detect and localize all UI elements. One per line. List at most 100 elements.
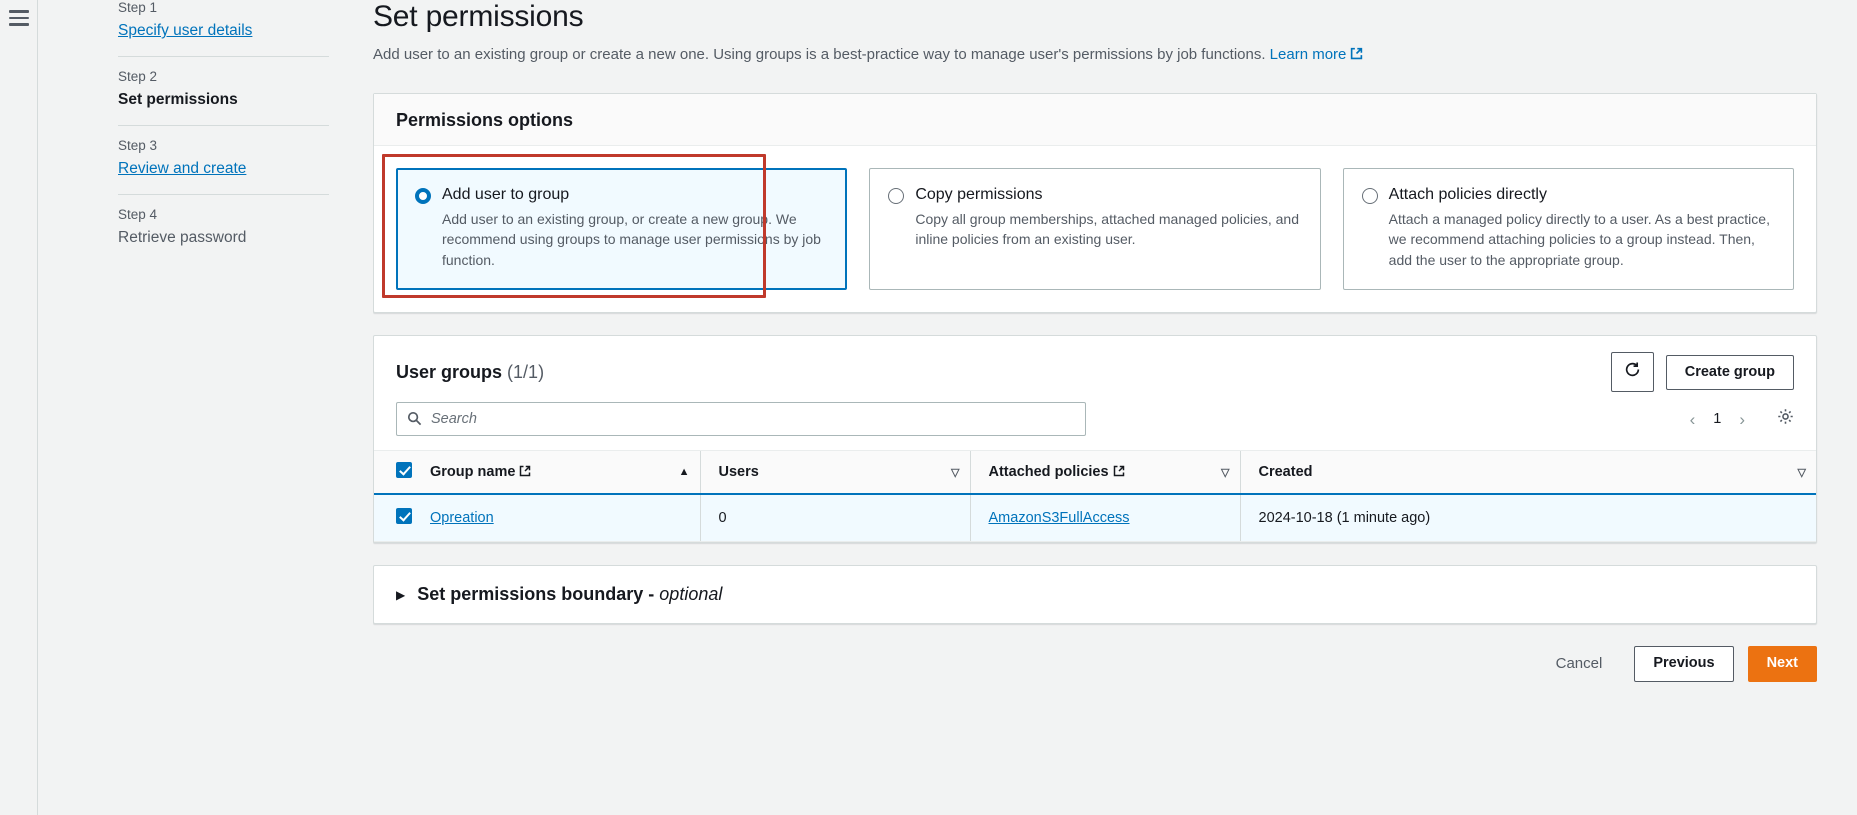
option-description: Add user to an existing group, or create…: [442, 211, 821, 268]
sidebar-item-retrieve-password: Retrieve password: [118, 229, 247, 246]
select-all-header: [374, 450, 430, 496]
page-description-text: Add user to an existing group or create …: [373, 46, 1266, 63]
sidebar-item-specify-user-details[interactable]: Specify user details: [118, 22, 329, 40]
user-groups-search-row: ‹ 1 ›: [374, 392, 1816, 450]
row-select-cell: [374, 494, 430, 543]
sidebar-item-set-permissions[interactable]: Set permissions: [118, 91, 329, 109]
permissions-options-header: Permissions options: [374, 94, 1816, 146]
cancel-button[interactable]: Cancel: [1538, 647, 1621, 681]
page-root: Step 1 Specify user details Step 2 Set p…: [0, 0, 1857, 815]
caret-right-icon[interactable]: ▶: [396, 588, 405, 602]
th-inner: Attached policies ▽: [989, 464, 1230, 480]
cell-group-name: Opreation: [430, 494, 700, 543]
option-description: Copy all group memberships, attached man…: [915, 211, 1299, 248]
hamburger-menu-icon[interactable]: [8, 10, 29, 815]
th-inner: Users ▽: [719, 464, 960, 480]
sort-ascending-icon[interactable]: ▲: [679, 466, 690, 478]
column-label-text: Group name: [430, 464, 516, 481]
nav-rail: [0, 0, 38, 815]
user-groups-title-text: User groups: [396, 361, 503, 382]
select-all-checkbox[interactable]: [396, 462, 412, 479]
column-label-text: Attached policies: [988, 464, 1109, 481]
permissions-boundary-title-text: Set permissions boundary -: [417, 584, 660, 605]
attached-policy-link[interactable]: AmazonS3FullAccess: [989, 510, 1130, 526]
sidebar-item-review-and-create[interactable]: Review and create: [118, 160, 329, 178]
row-checkbox[interactable]: [396, 508, 412, 525]
step-number: Step 2: [118, 69, 158, 84]
step-number: Step 1: [118, 0, 158, 15]
table-head: Group name ▲ Users ▽ Attached policies ▽…: [374, 450, 1816, 496]
group-name-link[interactable]: Opreation: [430, 510, 494, 526]
sort-icon[interactable]: ▽: [1798, 466, 1806, 479]
cell-attached-policies: AmazonS3FullAccess: [969, 494, 1240, 543]
user-groups-count: (1/1): [507, 361, 545, 382]
wizard-steps-sidebar: Step 1 Specify user details Step 2 Set p…: [38, 0, 373, 815]
previous-button[interactable]: Previous: [1634, 646, 1734, 682]
option-label: Copy permissions: [915, 186, 1043, 203]
next-button[interactable]: Next: [1747, 646, 1817, 682]
user-groups-table: Group name ▲ Users ▽ Attached policies ▽…: [374, 450, 1816, 543]
permission-option-attach-policies-directly[interactable]: Attach policies directly Attach a manage…: [1342, 168, 1794, 290]
page-title: Set permissions: [373, 0, 584, 33]
create-group-button[interactable]: Create group: [1665, 354, 1794, 390]
chevron-left-icon[interactable]: ‹: [1690, 411, 1696, 428]
option-header: Add user to group: [415, 185, 828, 205]
radio-add-user-to-group[interactable]: [415, 188, 431, 204]
table-body: Opreation 0 AmazonS3FullAccess 2024-10-1…: [374, 494, 1816, 543]
cell-created: 2024-10-18 (1 minute ago): [1239, 494, 1816, 543]
th-inner: Group name ▲: [430, 464, 690, 480]
search-box: [396, 402, 1086, 437]
chevron-right-icon[interactable]: ›: [1739, 411, 1745, 428]
step-number: Step 3: [118, 138, 158, 153]
gear-icon[interactable]: [1777, 408, 1794, 430]
column-header-created[interactable]: Created ▽: [1239, 450, 1816, 496]
user-groups-toolbar: User groups (1/1) Create group: [374, 336, 1816, 393]
column-header-users[interactable]: Users ▽: [699, 450, 970, 496]
table-header-row: Group name ▲ Users ▽ Attached policies ▽…: [374, 450, 1816, 496]
user-groups-container: User groups (1/1) Create group Search ‹ …: [373, 335, 1817, 544]
permission-option-add-user-to-group[interactable]: Add user to group Add user to an existin…: [396, 168, 848, 290]
page-number[interactable]: 1: [1713, 411, 1721, 427]
cell-users: 0: [699, 494, 970, 543]
pagination: ‹ 1 ›: [1690, 408, 1794, 430]
refresh-button[interactable]: [1610, 352, 1654, 393]
column-header-attached-policies[interactable]: Attached policies ▽: [969, 450, 1240, 496]
th-inner: Created ▽: [1259, 464, 1807, 480]
wizard-footer: Cancel Previous Next: [373, 646, 1817, 699]
page-description: Add user to an existing group or create …: [373, 44, 1817, 65]
external-link-icon: [520, 466, 531, 477]
option-header: Copy permissions: [888, 185, 1301, 205]
permissions-boundary-title: Set permissions boundary - optional: [417, 584, 722, 605]
column-label-text: Users: [718, 464, 759, 481]
radio-attach-policies-directly[interactable]: [1361, 188, 1378, 204]
table-row[interactable]: Opreation 0 AmazonS3FullAccess 2024-10-1…: [374, 494, 1816, 543]
permissions-boundary-section[interactable]: ▶ Set permissions boundary - optional: [373, 565, 1817, 625]
refresh-icon: [1625, 362, 1639, 377]
column-label: Attached policies: [989, 464, 1125, 480]
external-link-icon: [1113, 466, 1124, 477]
search-input[interactable]: [396, 402, 1086, 437]
permission-option-copy-permissions[interactable]: Copy permissions Copy all group membersh…: [869, 168, 1321, 290]
learn-more-link[interactable]: Learn more: [1270, 46, 1364, 63]
user-groups-title: User groups (1/1): [396, 362, 544, 383]
column-header-group-name[interactable]: Group name ▲: [430, 450, 700, 496]
option-label: Attach policies directly: [1388, 186, 1547, 203]
gear-glyph: [1778, 409, 1793, 425]
sidebar-step-2: Step 2 Set permissions: [118, 56, 329, 125]
sort-icon[interactable]: ▽: [951, 466, 959, 479]
permissions-option-tiles: Add user to group Add user to an existin…: [396, 168, 1794, 290]
permissions-options-container: Permissions options Add user to group Ad…: [373, 93, 1817, 313]
column-label: Group name: [430, 464, 531, 480]
permissions-options-title: Permissions options: [396, 110, 574, 130]
permissions-options-body: Add user to group Add user to an existin…: [374, 146, 1816, 312]
user-groups-actions: Create group: [1610, 352, 1794, 393]
sort-icon[interactable]: ▽: [1221, 466, 1229, 479]
step-number: Step 4: [118, 207, 158, 222]
sidebar-step-4: Step 4 Retrieve password: [118, 194, 329, 263]
sidebar-step-1: Step 1 Specify user details: [118, 0, 329, 56]
sidebar-step-3: Step 3 Review and create: [118, 125, 329, 194]
option-label: Add user to group: [442, 186, 570, 203]
radio-copy-permissions[interactable]: [888, 188, 905, 204]
option-description: Attach a managed policy directly to a us…: [1388, 211, 1770, 268]
external-link-icon: [1351, 47, 1363, 60]
